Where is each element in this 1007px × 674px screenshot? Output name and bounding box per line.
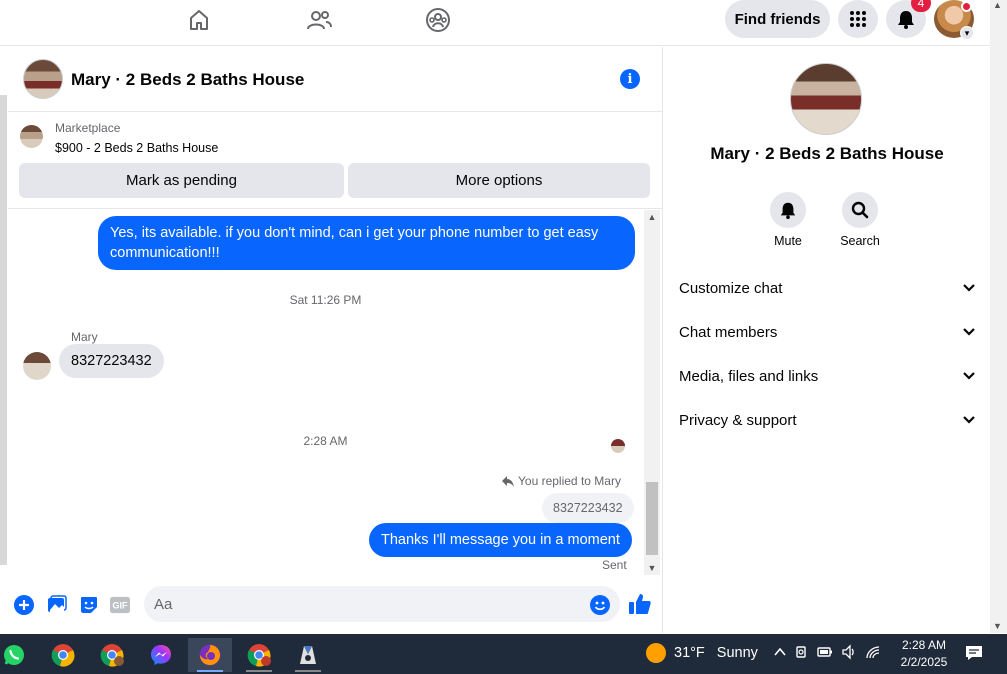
notification-center-icon[interactable] xyxy=(964,644,984,662)
chevron-down-icon[interactable]: ▾ xyxy=(960,26,974,40)
info-icon[interactable]: i xyxy=(620,69,640,89)
home-icon[interactable] xyxy=(184,6,214,34)
search-button[interactable]: Search xyxy=(830,192,890,248)
scroll-down-icon[interactable]: ▼ xyxy=(993,621,1002,631)
search-icon[interactable] xyxy=(842,192,878,228)
clock-date: 2/2/2025 xyxy=(900,655,948,669)
friends-icon[interactable] xyxy=(304,6,334,34)
message-composer: GIF xyxy=(8,585,663,625)
chevron-down-icon[interactable] xyxy=(963,372,975,380)
messenger-icon[interactable] xyxy=(139,638,183,672)
plus-icon[interactable] xyxy=(14,595,34,615)
reply-indicator: You replied to Mary xyxy=(502,474,621,488)
outgoing-message[interactable]: Yes, its available. if you don't mind, c… xyxy=(98,216,635,270)
thumbs-up-icon[interactable] xyxy=(628,592,652,616)
bell-icon[interactable] xyxy=(770,192,806,228)
find-friends-button[interactable]: Find friends xyxy=(725,0,830,38)
timestamp: Sat 11:26 PM xyxy=(289,293,362,307)
incoming-message[interactable]: 8327223432 xyxy=(59,344,164,378)
running-app-indicator xyxy=(246,670,272,672)
conversation-avatar[interactable] xyxy=(790,63,862,135)
chat-members-row[interactable]: Chat members xyxy=(679,312,975,352)
weather-condition: Sunny xyxy=(716,645,758,661)
scroll-up-icon[interactable]: ▲ xyxy=(993,0,1002,10)
firefox-icon[interactable] xyxy=(188,638,232,672)
system-tray xyxy=(773,644,881,660)
chat-title[interactable]: Mary · 2 Beds 2 Baths House xyxy=(71,70,304,90)
chevron-down-icon[interactable] xyxy=(963,284,975,292)
sender-name: Mary xyxy=(71,330,98,344)
chevron-down-icon[interactable] xyxy=(963,416,975,424)
svg-text:GIF: GIF xyxy=(112,601,128,611)
chrome-icon[interactable] xyxy=(41,638,85,672)
message-status: Sent xyxy=(602,558,627,572)
chrome-profile-icon[interactable] xyxy=(90,638,134,672)
page-scrollbar[interactable]: ▲ ▼ xyxy=(990,0,1007,633)
volume-icon[interactable] xyxy=(841,644,857,660)
customize-chat-row[interactable]: Customize chat xyxy=(679,268,975,308)
marketplace-banner: Marketplace $900 - 2 Beds 2 Baths House … xyxy=(8,113,663,209)
chat-header: Mary · 2 Beds 2 Baths House i xyxy=(8,47,663,112)
listing-title[interactable]: $900 - 2 Beds 2 Baths House xyxy=(55,141,218,155)
mark-pending-button[interactable]: Mark as pending xyxy=(19,163,344,198)
groups-icon[interactable] xyxy=(423,6,453,34)
section-label: Media, files and links xyxy=(679,367,819,385)
chat-avatar[interactable] xyxy=(23,59,63,99)
emoji-icon[interactable] xyxy=(590,595,610,615)
meet-now-icon[interactable] xyxy=(795,644,809,660)
photo-icon[interactable] xyxy=(47,595,67,615)
message-input[interactable] xyxy=(144,586,620,622)
weather-temperature: 31°F xyxy=(674,645,705,661)
privacy-support-row[interactable]: Privacy & support xyxy=(679,400,975,440)
conversation-title: Mary · 2 Beds 2 Baths House xyxy=(710,144,944,163)
section-label: Customize chat xyxy=(679,279,783,297)
weather-widget[interactable]: 31°F Sunny xyxy=(646,643,758,663)
menu-grid-icon[interactable] xyxy=(838,0,878,38)
active-app-indicator xyxy=(197,670,223,672)
left-edge-scrollbar xyxy=(0,95,7,565)
sender-avatar[interactable] xyxy=(23,352,51,380)
chat-info-panel: Mary · 2 Beds 2 Baths House Mute Search … xyxy=(664,47,990,633)
running-app-indicator xyxy=(295,670,321,672)
reply-label-text: You replied to Mary xyxy=(518,474,621,488)
notification-badge: 4 xyxy=(911,0,931,12)
message-list: Yes, its available. if you don't mind, c… xyxy=(8,210,663,575)
marketplace-label: Marketplace xyxy=(55,121,121,135)
sticker-icon[interactable] xyxy=(79,595,99,615)
search-label: Search xyxy=(840,234,880,248)
gif-icon[interactable]: GIF xyxy=(110,595,130,615)
listing-thumbnail[interactable] xyxy=(20,125,43,148)
wifi-icon[interactable] xyxy=(865,644,881,660)
timestamp: 2:28 AM xyxy=(303,434,348,448)
reply-icon xyxy=(502,475,514,487)
scroll-down-icon[interactable]: ▼ xyxy=(644,561,660,575)
chevron-up-icon[interactable] xyxy=(773,644,787,660)
sun-icon xyxy=(646,643,666,663)
outgoing-message[interactable]: Thanks I'll message you in a moment xyxy=(369,523,632,557)
media-files-links-row[interactable]: Media, files and links xyxy=(679,356,975,396)
scroll-up-icon[interactable]: ▲ xyxy=(644,210,660,224)
clock-time: 2:28 AM xyxy=(901,638,947,652)
section-label: Privacy & support xyxy=(679,411,797,429)
chat-panel: Mary · 2 Beds 2 Baths House i Marketplac… xyxy=(8,47,663,633)
more-options-button[interactable]: More options xyxy=(348,163,650,198)
chevron-down-icon[interactable] xyxy=(963,328,975,336)
windows-taskbar: 31°F Sunny 2:28 AM 2/2/2025 xyxy=(0,634,1007,674)
system-clock[interactable]: 2:28 AM 2/2/2025 xyxy=(894,637,954,671)
whatsapp-icon[interactable] xyxy=(0,638,36,672)
scroll-thumb[interactable] xyxy=(646,482,658,555)
mute-button[interactable]: Mute xyxy=(758,192,818,248)
top-navigation-bar: Find friends 4 ▾ xyxy=(0,0,990,46)
mute-label: Mute xyxy=(774,234,802,248)
message-scrollbar[interactable]: ▲ ▼ xyxy=(644,210,660,575)
quoted-message[interactable]: 8327223432 xyxy=(542,493,634,523)
battery-icon[interactable] xyxy=(817,644,833,660)
app-icon[interactable] xyxy=(286,638,330,672)
chrome-profile-2-icon[interactable] xyxy=(237,638,281,672)
profile-status-dot xyxy=(961,1,972,12)
section-label: Chat members xyxy=(679,323,778,341)
